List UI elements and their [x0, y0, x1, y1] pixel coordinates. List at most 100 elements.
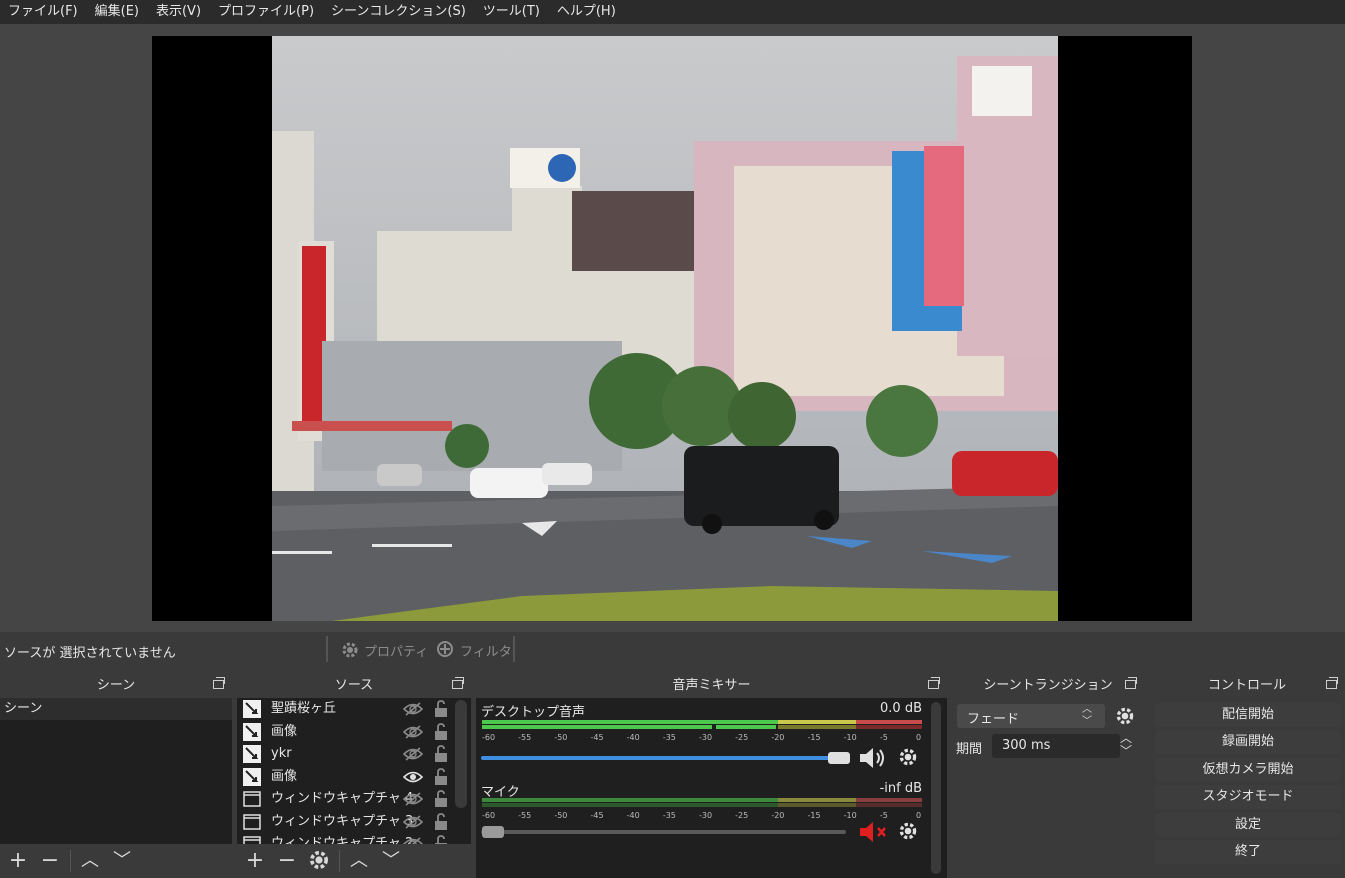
stepper-icon[interactable]: ︿ ﹀	[1120, 732, 1132, 758]
eye-hidden-icon[interactable]	[403, 792, 423, 806]
transition-gear-icon[interactable]	[1114, 705, 1136, 731]
duration-label: 期間	[956, 742, 983, 757]
street-scene-photo	[272, 36, 1058, 621]
exit-button[interactable]: 終了	[1155, 840, 1341, 864]
eye-hidden-icon[interactable]	[403, 747, 423, 761]
undock-icon[interactable]	[928, 677, 940, 689]
source-properties-button[interactable]	[307, 848, 333, 874]
remove-icon[interactable]: −	[36, 848, 64, 874]
menu-file[interactable]: ファイル(F)	[0, 0, 87, 24]
scene-transitions-title: シーントランジション	[952, 672, 1144, 698]
source-item[interactable]: ウィンドウキャプチャ 2	[237, 833, 453, 844]
sources-scrollbar[interactable]	[455, 700, 467, 808]
level-meter	[482, 798, 922, 807]
unlock-icon[interactable]	[434, 700, 448, 718]
volume-slider-handle[interactable]	[828, 752, 850, 764]
move-up-icon[interactable]: ︿	[345, 848, 373, 874]
mic-meter	[482, 798, 922, 812]
tick-label: -35	[662, 733, 676, 742]
unlock-icon[interactable]	[434, 812, 448, 831]
mixer-scrollbar[interactable]	[931, 702, 941, 874]
settings-button[interactable]: 設定	[1155, 813, 1341, 837]
eye-hidden-icon[interactable]	[403, 724, 423, 739]
menu-scene-collection[interactable]: シーンコレクション(S)	[323, 0, 475, 24]
menu-bar: ファイル(F) 編集(E) 表示(V) プロファイル(P) シーンコレクション(…	[0, 0, 1345, 24]
menu-help[interactable]: ヘルプ(H)	[549, 0, 625, 24]
scenes-dock-title: シーン	[0, 672, 232, 698]
source-label: 画像	[271, 768, 298, 784]
eye-hidden-icon[interactable]	[403, 814, 423, 829]
source-item[interactable]: ウィンドウキャプチャ 4	[237, 788, 453, 810]
menu-profile[interactable]: プロファイル(P)	[210, 0, 323, 24]
tick-label: -35	[662, 811, 676, 820]
toolbar-divider	[339, 850, 340, 872]
add-icon[interactable]: +	[4, 848, 32, 874]
scenes-toolbar: + − ︿ ﹀	[0, 844, 232, 878]
preview-image	[272, 36, 1058, 621]
undock-icon[interactable]	[452, 677, 464, 689]
tick-label: -15	[807, 811, 821, 820]
source-item[interactable]: ykr	[237, 743, 453, 765]
toolbar-divider	[326, 636, 328, 662]
source-toolbar: ソースが 選択されていません プロパティ フィルタ	[0, 632, 1345, 672]
scenes-dock: シーン シーン + − ︿ ﹀	[0, 672, 232, 878]
properties-label: プロパティ	[364, 644, 429, 660]
tick-label: 0	[916, 733, 922, 742]
filters-button[interactable]: フィルタ	[436, 640, 512, 660]
scene-item[interactable]: シーン	[0, 698, 232, 720]
speaker-icon[interactable]	[858, 746, 888, 774]
start-recording-button[interactable]: 録画開始	[1155, 730, 1341, 754]
source-item[interactable]: 画像	[237, 766, 453, 788]
source-label: ウィンドウキャプチャ 2	[271, 836, 414, 844]
unlock-icon[interactable]	[434, 722, 448, 741]
menu-tools[interactable]: ツール(T)	[475, 0, 549, 24]
move-up-icon[interactable]: ︿	[76, 848, 104, 874]
preview-canvas[interactable]	[152, 36, 1192, 621]
scene-transitions-dock: シーントランジション フェード ︿ ﹀ 期間 300 ms ︿ ﹀	[952, 672, 1144, 878]
properties-button[interactable]: プロパティ	[340, 640, 428, 660]
tick-label: -40	[626, 733, 640, 742]
eye-hidden-icon[interactable]	[403, 837, 423, 844]
tick-label: -15	[807, 733, 821, 742]
move-down-icon[interactable]: ﹀	[108, 848, 136, 874]
tick-label: -25	[735, 733, 749, 742]
unlock-icon[interactable]	[434, 835, 448, 844]
tick-label: -5	[879, 811, 888, 820]
image-icon	[243, 745, 261, 763]
transition-select[interactable]: フェード ︿ ﹀	[957, 704, 1105, 728]
eye-icon[interactable]	[403, 770, 423, 784]
undock-icon[interactable]	[213, 677, 225, 689]
studio-mode-button[interactable]: スタジオモード	[1155, 785, 1341, 809]
no-source-selected-text: ソースが 選択されていません	[4, 646, 176, 661]
volume-slider-track[interactable]	[481, 756, 846, 760]
source-item[interactable]: 画像	[237, 721, 453, 743]
unlock-icon[interactable]	[434, 790, 448, 808]
gear-icon[interactable]	[897, 746, 919, 772]
source-item[interactable]: 聖蹟桜ヶ丘	[237, 698, 453, 720]
sources-dock-title: ソース	[237, 672, 471, 698]
start-streaming-button[interactable]: 配信開始	[1155, 703, 1341, 727]
unlock-icon[interactable]	[434, 767, 448, 786]
source-item[interactable]: ウィンドウキャプチャ 3	[237, 811, 453, 833]
level-meter	[482, 720, 922, 729]
filters-label: フィルタ	[460, 644, 512, 660]
muted-speaker-icon[interactable]	[858, 820, 890, 848]
tick-label: -25	[735, 811, 749, 820]
unlock-icon[interactable]	[434, 745, 448, 763]
undock-icon[interactable]	[1326, 677, 1338, 689]
volume-slider-handle[interactable]	[482, 826, 504, 838]
chevron-updown-icon: ︿ ﹀	[1082, 704, 1092, 727]
gear-icon[interactable]	[897, 820, 919, 846]
toolbar-divider	[70, 850, 71, 872]
start-virtual-camera-button[interactable]: 仮想カメラ開始	[1155, 758, 1341, 782]
undock-icon[interactable]	[1125, 677, 1137, 689]
duration-input[interactable]: 300 ms	[992, 734, 1120, 758]
add-icon[interactable]: +	[241, 848, 269, 874]
move-down-icon[interactable]: ﹀	[377, 848, 405, 874]
tick-label: -30	[699, 733, 713, 742]
eye-hidden-icon[interactable]	[403, 702, 423, 716]
remove-icon[interactable]: −	[273, 848, 301, 874]
menu-view[interactable]: 表示(V)	[148, 0, 210, 24]
volume-slider-track[interactable]	[481, 830, 846, 834]
menu-edit[interactable]: 編集(E)	[87, 0, 148, 24]
